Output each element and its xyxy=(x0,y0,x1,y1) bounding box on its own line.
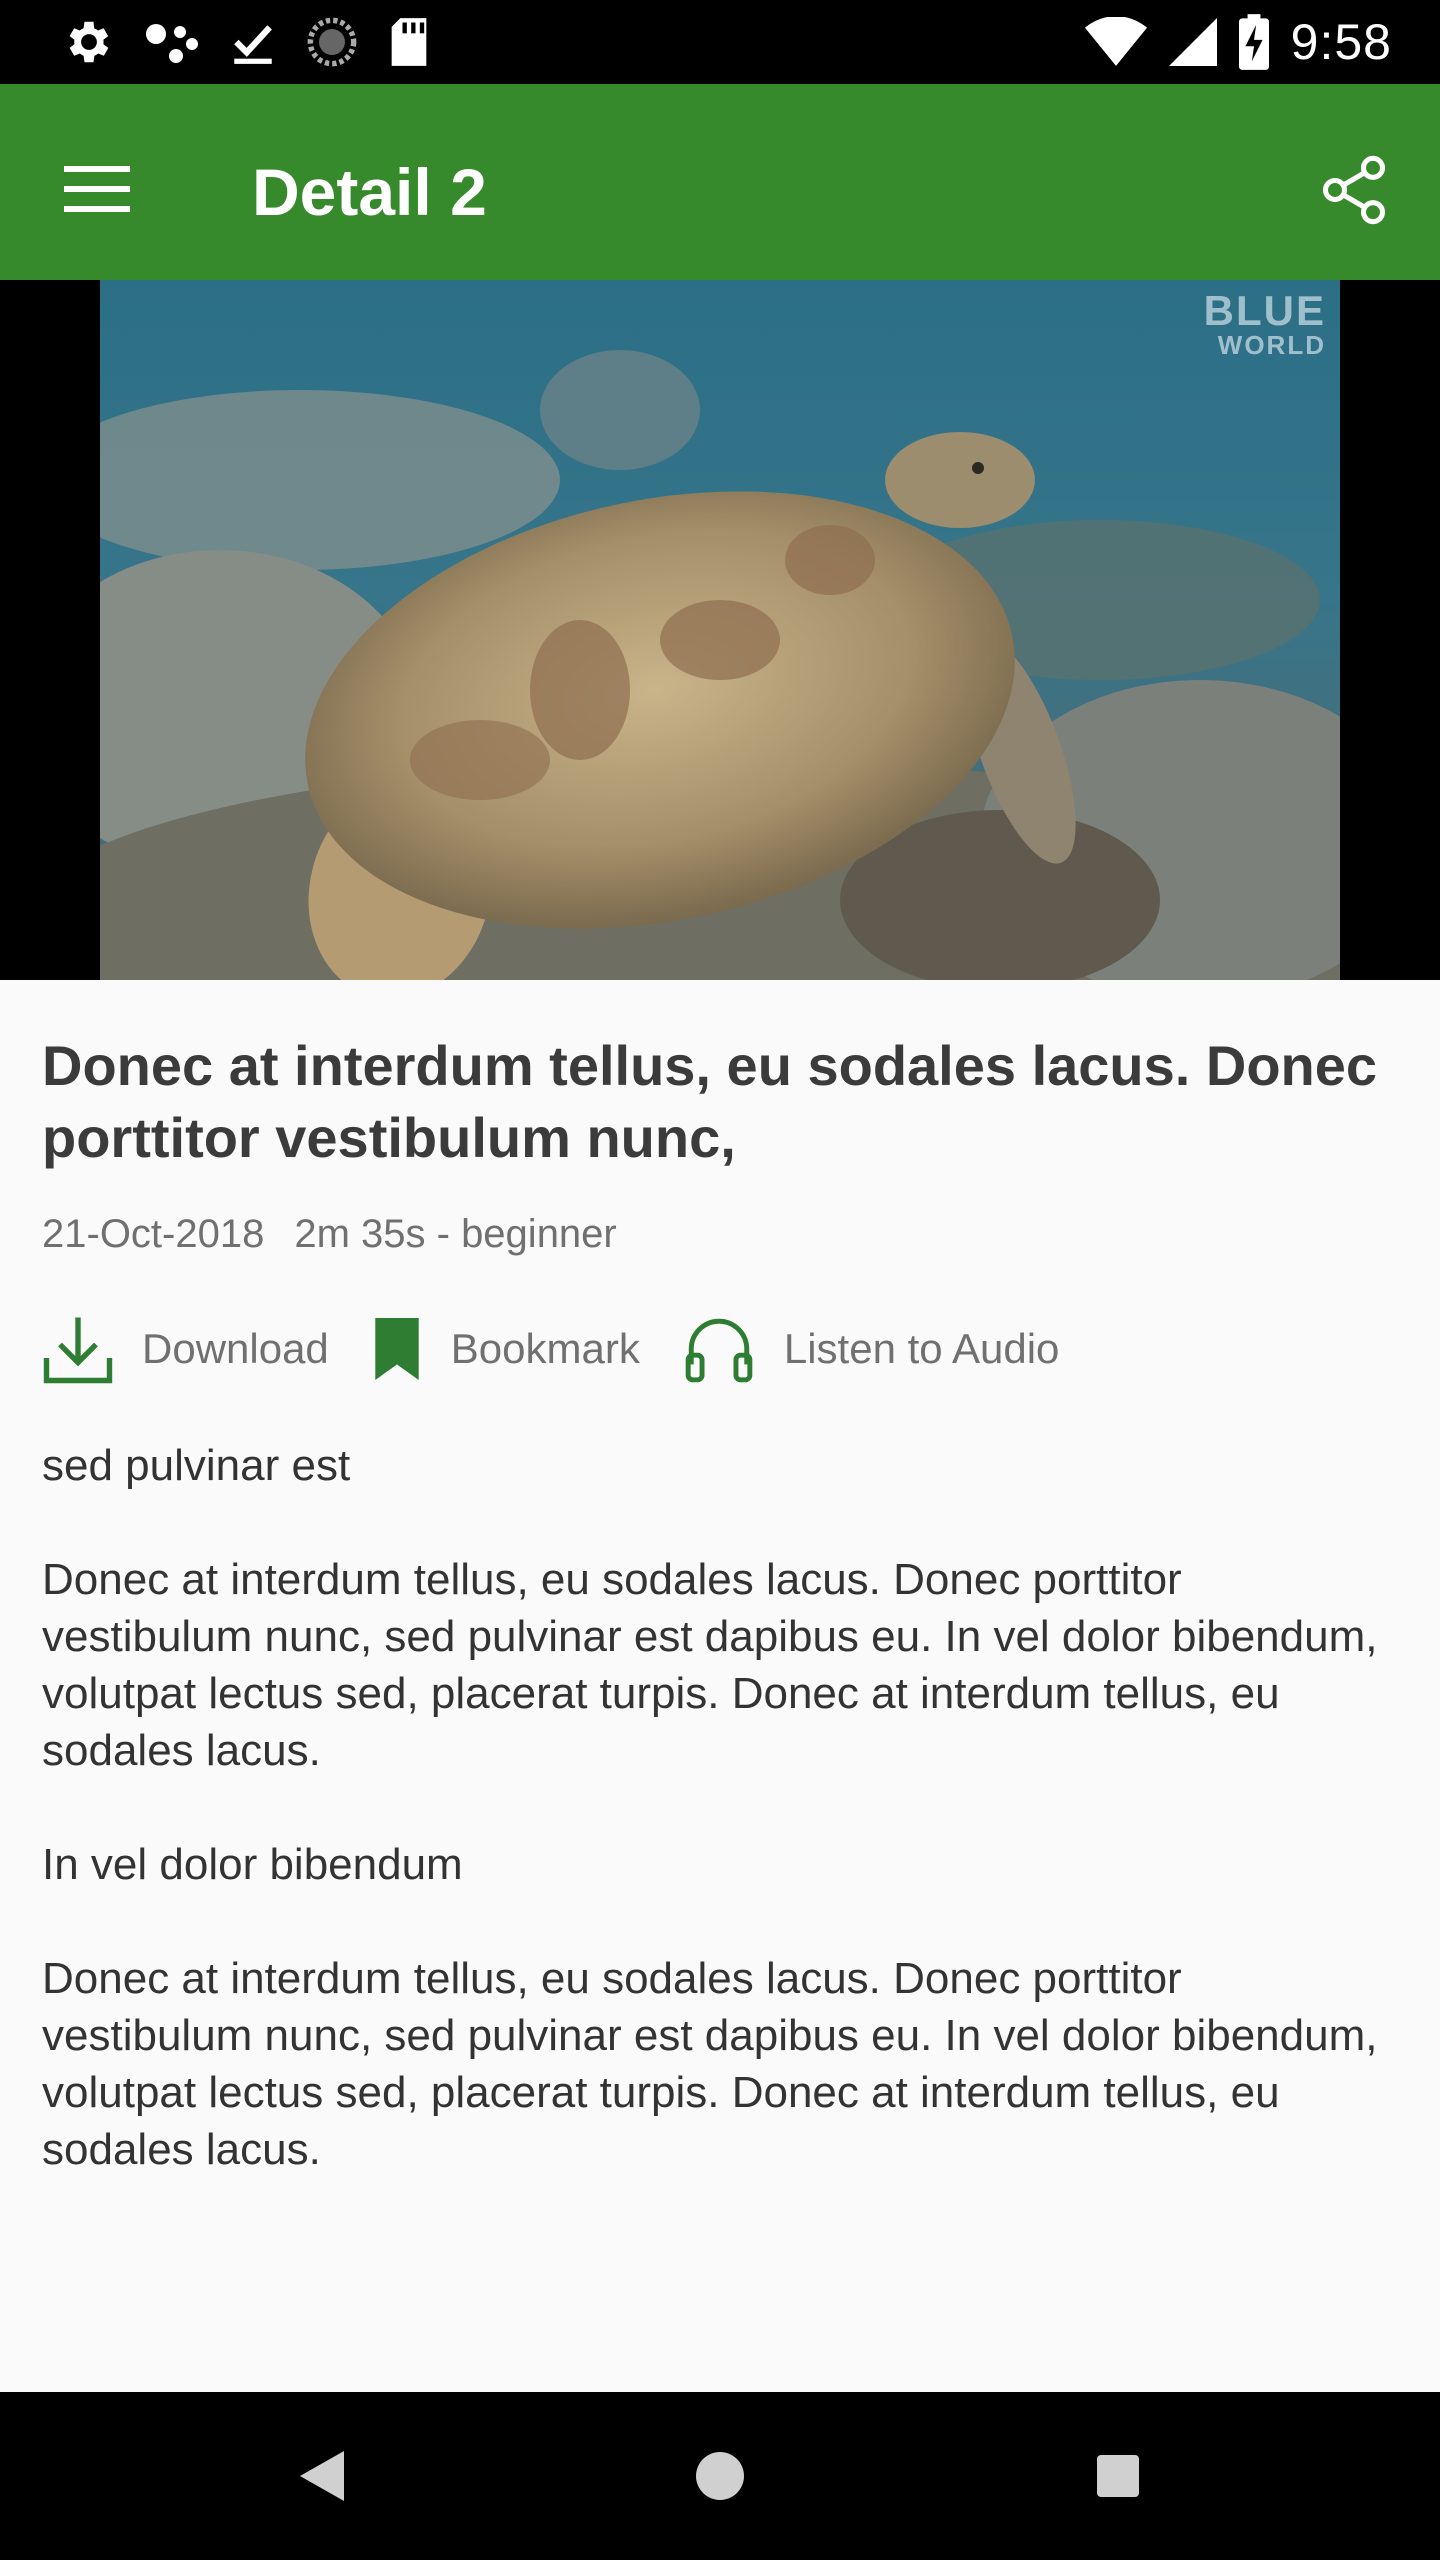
article-content: Donec at interdum tellus, eu sodales lac… xyxy=(42,1030,1392,2235)
recents-icon xyxy=(1097,2455,1139,2497)
sync-circle-icon xyxy=(307,17,357,67)
headphones-icon xyxy=(685,1318,753,1383)
wifi-icon xyxy=(1084,17,1147,66)
download-icon xyxy=(43,1317,113,1384)
article-duration-level: 2m 35s - beginner xyxy=(294,1212,617,1256)
sd-card-icon xyxy=(391,18,427,66)
article-subheading: sed pulvinar est xyxy=(42,1441,351,1490)
bookmark-button[interactable]: Bookmark xyxy=(371,1318,640,1380)
article-date: 21-Oct-2018 xyxy=(42,1212,265,1256)
recents-button[interactable] xyxy=(1078,2436,1158,2516)
page-title: Detail 2 xyxy=(252,155,487,229)
listen-audio-button[interactable]: Listen to Audio xyxy=(682,1312,1060,1386)
article-paragraph: Donec at interdum tellus, eu sodales lac… xyxy=(42,1555,1378,1775)
back-icon xyxy=(300,2451,344,2501)
video-player[interactable]: BLUE WORLD xyxy=(0,280,1440,980)
status-system-icons: 9:58 xyxy=(1084,14,1392,70)
download-done-icon xyxy=(234,25,272,64)
home-icon xyxy=(696,2452,744,2500)
navigation-bar xyxy=(0,2392,1440,2560)
status-bar: 9:58 xyxy=(0,0,1440,84)
status-notification-icons xyxy=(62,14,432,70)
video-thumbnail[interactable]: BLUE WORLD xyxy=(100,280,1340,980)
article-meta: 21-Oct-2018 2m 35s - beginner xyxy=(42,1212,1392,1257)
article-body: sed pulvinar est Donec at interdum tellu… xyxy=(42,1437,1392,2178)
watermark-line-2: WORLD xyxy=(1217,330,1326,360)
download-label: Download xyxy=(142,1325,329,1372)
share-button[interactable] xyxy=(1304,140,1404,240)
app-bar: Detail 2 xyxy=(0,84,1440,280)
menu-button[interactable] xyxy=(52,144,142,234)
share-icon xyxy=(1322,155,1386,225)
article-paragraph: Donec at interdum tellus, eu sodales lac… xyxy=(42,1954,1378,2174)
watermark-line-1: BLUE xyxy=(1203,287,1326,334)
video-watermark: BLUE WORLD xyxy=(1203,287,1326,360)
bookmark-icon xyxy=(375,1318,419,1380)
article-subheading: In vel dolor bibendum xyxy=(42,1840,463,1889)
home-button[interactable] xyxy=(680,2436,760,2516)
bookmark-label: Bookmark xyxy=(450,1325,640,1372)
article-title: Donec at interdum tellus, eu sodales lac… xyxy=(42,1034,1378,1169)
battery-charging-icon xyxy=(1238,14,1269,70)
listen-audio-label: Listen to Audio xyxy=(783,1325,1060,1372)
clock: 9:58 xyxy=(1290,14,1392,70)
assistant-dots-icon xyxy=(146,24,198,63)
download-button[interactable]: Download xyxy=(42,1313,329,1385)
sea-turtle-image xyxy=(100,280,1340,980)
action-row: Download Bookmark Listen to Audio xyxy=(42,1309,1392,1389)
back-button[interactable] xyxy=(282,2436,362,2516)
cellular-signal-icon xyxy=(1168,18,1217,66)
menu-icon xyxy=(64,166,130,212)
settings-icon xyxy=(69,21,109,63)
